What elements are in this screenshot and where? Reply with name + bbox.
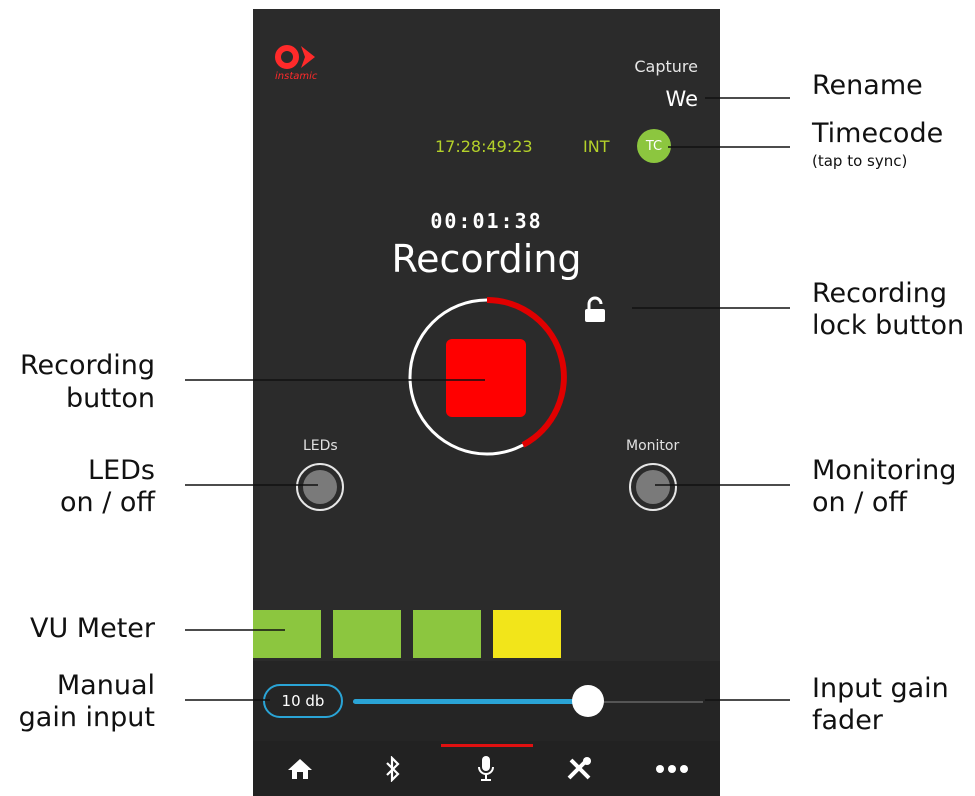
leds-toggle-knob bbox=[303, 470, 337, 504]
manual-gain-input[interactable]: 10 db bbox=[263, 684, 343, 718]
callout-timecode-sub: (tap to sync) bbox=[812, 152, 908, 170]
callout-rec-line2: button bbox=[65, 383, 155, 414]
tab-settings[interactable] bbox=[532, 741, 625, 796]
leds-label: LEDs bbox=[303, 438, 338, 454]
callout-manual-line1: Manual bbox=[56, 670, 155, 701]
callout-lock-line1: Recording bbox=[812, 278, 948, 309]
more-icon bbox=[655, 764, 688, 773]
recording-name[interactable]: We bbox=[666, 87, 698, 111]
timecode-sync-button[interactable]: TC bbox=[637, 129, 671, 163]
callout-monitoring-line2: on / off bbox=[812, 487, 908, 518]
vu-meter-segment bbox=[413, 610, 481, 658]
active-tab-indicator bbox=[441, 744, 533, 747]
tools-icon bbox=[567, 756, 591, 779]
tab-bar bbox=[253, 741, 720, 796]
callout-fader-line2: fader bbox=[812, 705, 883, 736]
monitor-toggle-knob bbox=[636, 470, 670, 504]
vu-meter-segment bbox=[493, 610, 561, 658]
instamic-logo: instamic bbox=[275, 43, 335, 93]
callout-fader-line1: Input gain bbox=[812, 673, 949, 704]
app-screen: instamic Capture We 17:28:49:23 INT TC 0… bbox=[253, 9, 720, 796]
vu-meter-segment bbox=[253, 610, 321, 658]
gain-fader-knob[interactable] bbox=[571, 685, 604, 717]
home-icon bbox=[287, 758, 312, 779]
callout-timecode: Timecode bbox=[812, 118, 944, 149]
gain-fader-fill bbox=[353, 699, 588, 704]
callout-leds-line2: on / off bbox=[59, 487, 155, 518]
vu-meter-segment bbox=[333, 610, 401, 658]
record-stop-button[interactable] bbox=[446, 339, 526, 417]
microphone-icon bbox=[477, 755, 494, 781]
timecode-source: INT bbox=[583, 137, 610, 156]
lock-open-icon[interactable] bbox=[583, 296, 607, 324]
callout-rename: Rename bbox=[812, 70, 923, 101]
tab-bluetooth[interactable] bbox=[346, 741, 439, 796]
callout-manual-line2: gain input bbox=[18, 702, 155, 733]
callout-rec-line1: Recording bbox=[19, 350, 155, 381]
logo-mark-icon bbox=[275, 45, 315, 69]
tab-microphone[interactable] bbox=[439, 741, 532, 796]
timecode-value: 17:28:49:23 bbox=[435, 137, 533, 156]
callout-vu: VU Meter bbox=[29, 613, 155, 644]
capture-label: Capture bbox=[634, 57, 698, 76]
leds-toggle[interactable] bbox=[296, 463, 344, 511]
elapsed-time: 00:01:38 bbox=[430, 209, 543, 233]
recording-state: Recording bbox=[391, 237, 582, 281]
logo-text: instamic bbox=[275, 71, 318, 82]
callout-lock-line2: lock button bbox=[812, 310, 965, 341]
bluetooth-icon bbox=[385, 755, 400, 782]
tab-more[interactable] bbox=[625, 741, 718, 796]
callout-leds-line1: LEDs bbox=[88, 455, 155, 486]
monitor-toggle[interactable] bbox=[629, 463, 677, 511]
callout-monitoring-line1: Monitoring bbox=[812, 455, 957, 486]
tab-home[interactable] bbox=[253, 741, 346, 796]
monitor-label: Monitor bbox=[626, 438, 680, 454]
